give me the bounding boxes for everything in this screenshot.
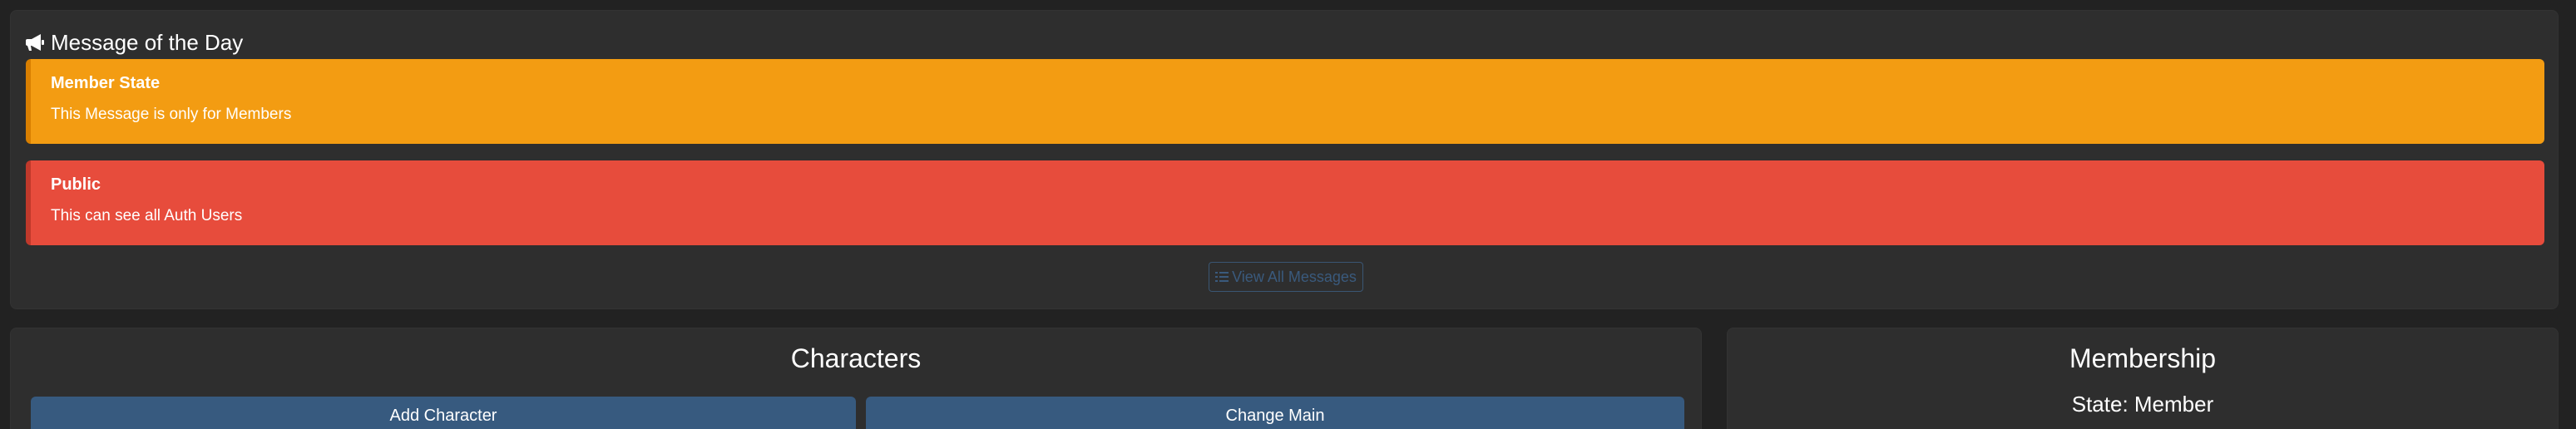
change-main-button[interactable]: Change Main <box>866 397 1684 429</box>
motd-message-body: This can see all Auth Users <box>51 207 243 224</box>
add-character-label: Add Character <box>389 407 497 425</box>
view-all-messages-button[interactable]: View All Messages <box>1209 262 1363 292</box>
characters-panel: Characters Add Character Change Main <box>10 328 1702 429</box>
motd-title: Message of the Day <box>51 29 244 55</box>
change-main-label: Change Main <box>1225 407 1325 425</box>
motd-header: Message of the Day <box>26 26 243 59</box>
membership-state: State: Member <box>2071 392 2214 417</box>
add-character-button[interactable]: Add Character <box>31 397 856 429</box>
membership-title: Membership <box>2069 343 2217 373</box>
bullhorn-icon <box>26 33 46 52</box>
membership-panel: Membership State: Member <box>1727 328 2559 429</box>
dashboard-page: Message of the Day Member State This Mes… <box>0 0 2576 429</box>
characters-title: Characters <box>790 343 922 373</box>
motd-message-title: Public <box>51 175 101 194</box>
motd-message-member-state: Member State This Message is only for Me… <box>26 59 2544 144</box>
motd-message-public: Public This can see all Auth Users <box>26 160 2544 245</box>
motd-message-body: This Message is only for Members <box>51 106 292 123</box>
motd-panel: Message of the Day Member State This Mes… <box>10 10 2559 309</box>
motd-message-title: Member State <box>51 74 161 92</box>
view-all-messages-label: View All Messages <box>1232 268 1357 285</box>
list-icon <box>1215 271 1229 283</box>
